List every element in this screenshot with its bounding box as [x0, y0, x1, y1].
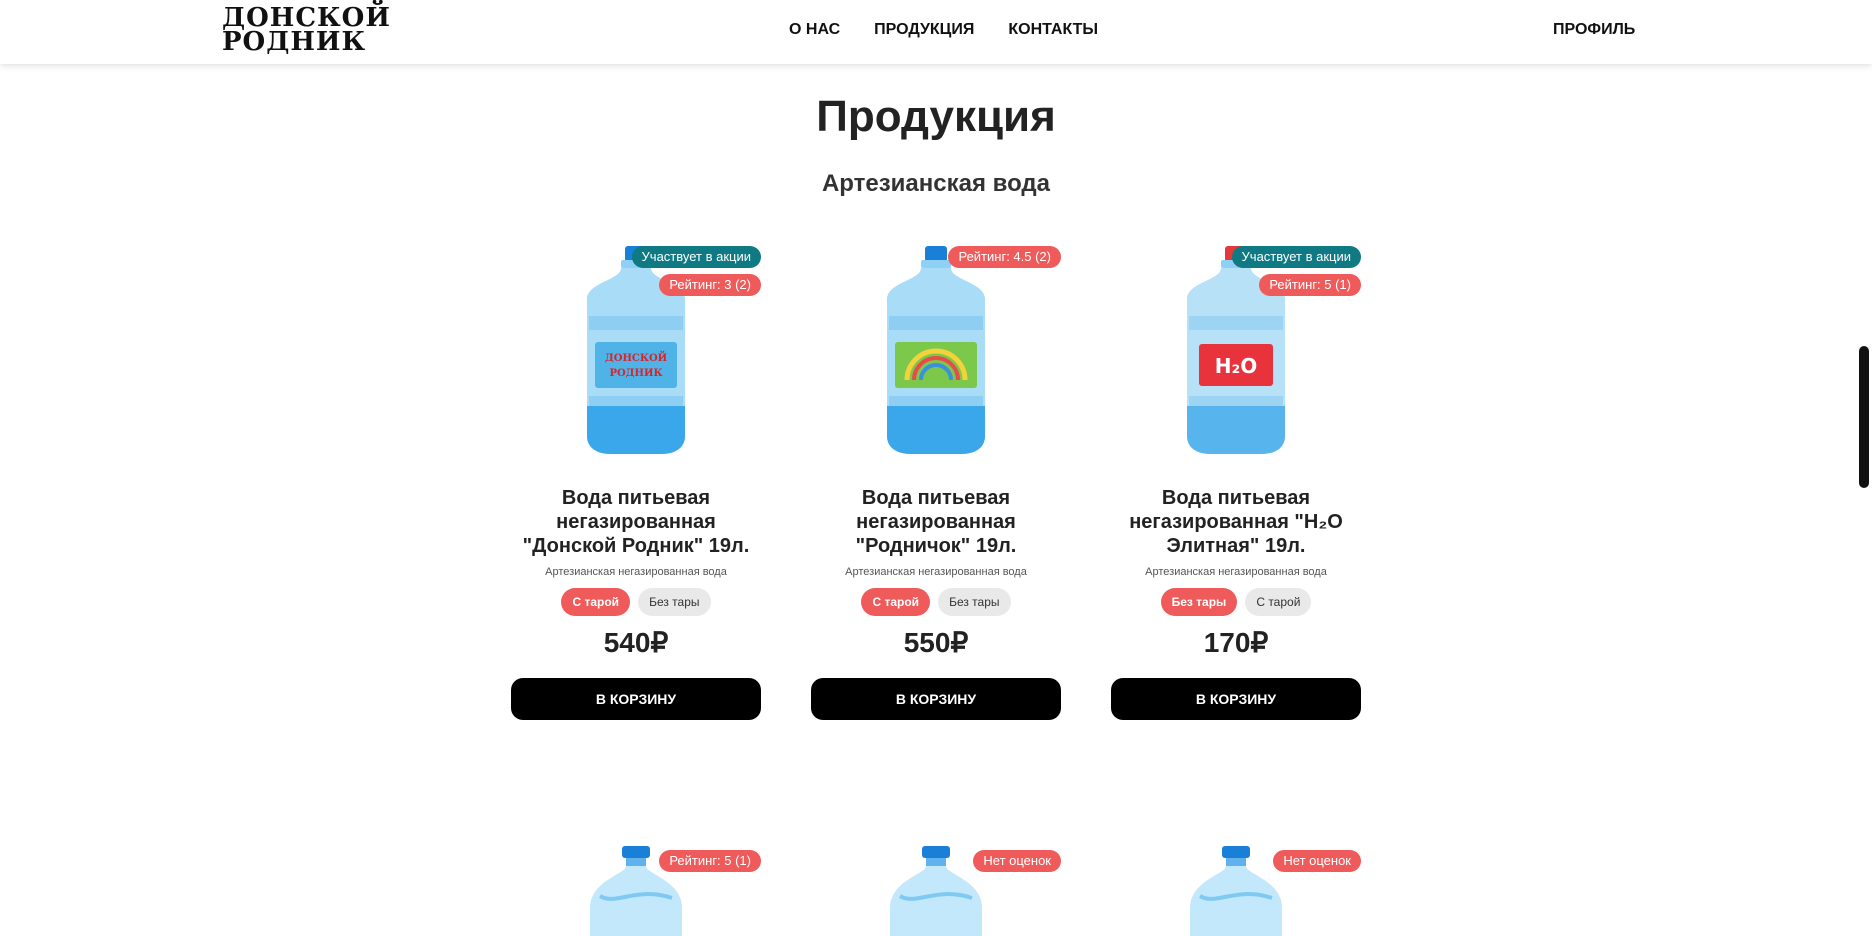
promo-badge: Участвует в акции [631, 246, 761, 268]
add-to-cart-button[interactable]: В КОРЗИНУ [1111, 678, 1361, 720]
scrollbar-thumb[interactable] [1859, 346, 1869, 488]
rating-badge: Рейтинг: 5 (1) [1259, 274, 1361, 296]
option-with-tare[interactable]: С тарой [561, 588, 631, 616]
rating-badge: Нет оценок [1273, 850, 1361, 872]
svg-text:РОДНИК: РОДНИК [609, 368, 662, 379]
tare-options: С тарой Без тары [811, 588, 1061, 616]
product-price: 550₽ [903, 627, 969, 658]
product-description: Артезианская негазированная вода [1145, 566, 1327, 578]
product-card: Рейтинг: 4.5 (2) Вода питьевая негазиров… [811, 246, 1061, 720]
rating-badge: Рейтинг: 5 (1) [659, 850, 761, 872]
rating-badge: Рейтинг: 4.5 (2) [948, 246, 1061, 268]
product-name[interactable]: Вода питьевая негазированная "H₂O Элитна… [1111, 486, 1361, 558]
water-bottle-5l-icon [890, 846, 982, 936]
site-header: ДОНСКОЙ РОДНИК О НАС ПРОДУКЦИЯ КОНТАКТЫ … [0, 0, 1872, 64]
product-card[interactable]: Нет оценок [811, 846, 1061, 936]
option-without-tare[interactable]: Без тары [638, 588, 711, 616]
promo-badge: Участвует в акции [1231, 246, 1361, 268]
nav-about[interactable]: О НАС [789, 21, 840, 39]
product-image[interactable]: ДОНСКОЙ РОДНИК Участвует в акции Рейтинг… [511, 246, 761, 476]
option-with-tare[interactable]: С тарой [1245, 588, 1312, 616]
h2o-label-text: H₂O [1215, 354, 1258, 378]
product-name[interactable]: Вода питьевая негазированная "Родничок" … [811, 486, 1061, 558]
rating-badge: Рейтинг: 3 (2) [659, 274, 761, 296]
option-without-tare[interactable]: Без тары [938, 588, 1011, 616]
tare-options: Без тары С тарой [1111, 588, 1361, 616]
profile-link[interactable]: ПРОФИЛЬ [1553, 21, 1635, 39]
product-name[interactable]: Вода питьевая негазированная "Донской Ро… [511, 486, 761, 558]
product-description: Артезианская негазированная вода [545, 566, 727, 578]
logo-line-2: РОДНИК [222, 27, 367, 57]
water-bottle-5l-icon [1190, 846, 1282, 936]
option-without-tare[interactable]: Без тары [1160, 588, 1238, 616]
product-image[interactable]: Рейтинг: 4.5 (2) [811, 246, 1061, 476]
svg-text:ДОНСКОЙ: ДОНСКОЙ [605, 351, 667, 364]
option-with-tare[interactable]: С тарой [861, 588, 931, 616]
product-description: Артезианская негазированная вода [845, 566, 1027, 578]
product-card: ДОНСКОЙ РОДНИК Участвует в акции Рейтинг… [511, 246, 761, 720]
nav-contacts[interactable]: КОНТАКТЫ [1008, 21, 1098, 39]
logo[interactable]: ДОНСКОЙ РОДНИК [222, 5, 390, 57]
product-card: H₂O Участвует в акции Рейтинг: 5 (1) Вод… [1111, 246, 1361, 720]
rating-badge: Нет оценок [973, 850, 1061, 872]
page-title: Продукция [816, 92, 1056, 141]
add-to-cart-button[interactable]: В КОРЗИНУ [811, 678, 1061, 720]
product-image[interactable]: H₂O Участвует в акции Рейтинг: 5 (1) [1111, 246, 1361, 476]
add-to-cart-button[interactable]: В КОРЗИНУ [511, 678, 761, 720]
product-card[interactable]: Рейтинг: 5 (1) [511, 846, 761, 936]
nav-products[interactable]: ПРОДУКЦИЯ [874, 21, 974, 39]
product-price: 540₽ [603, 627, 669, 658]
water-bottle-19l-icon [887, 246, 985, 454]
main-nav: О НАС ПРОДУКЦИЯ КОНТАКТЫ [789, 21, 1098, 39]
category-title: Артезианская вода [821, 170, 1051, 197]
product-price: 170₽ [1203, 627, 1269, 658]
product-card[interactable]: Нет оценок [1111, 846, 1361, 936]
tare-options: С тарой Без тары [511, 588, 761, 616]
